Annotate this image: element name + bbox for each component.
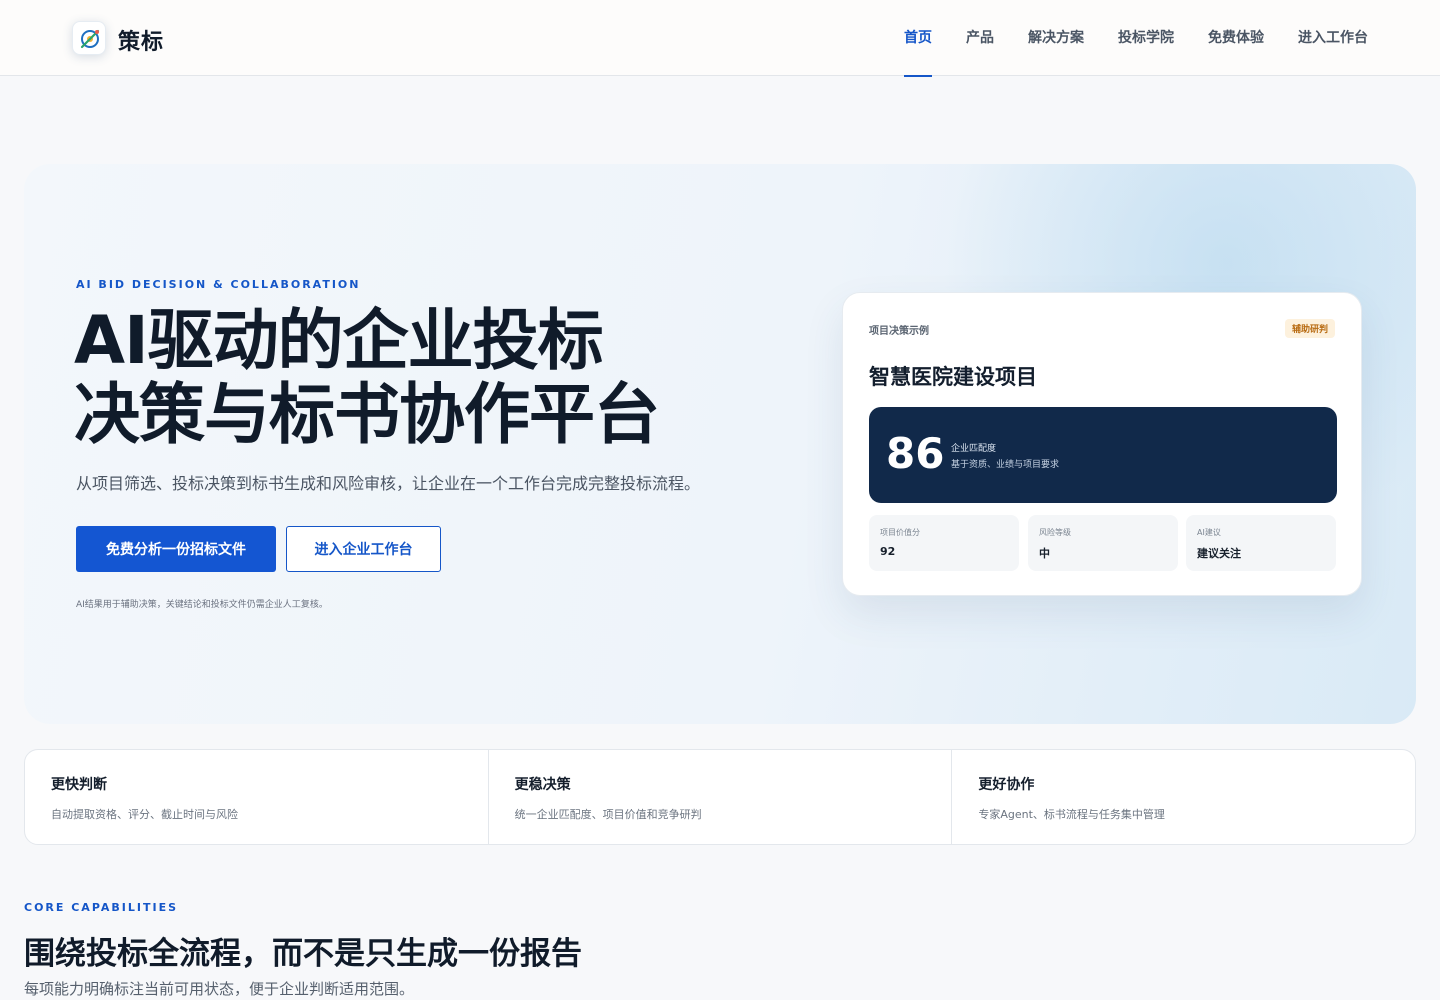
metric-value: 中 [1039, 547, 1050, 560]
metric-label: AI建议 [1197, 528, 1221, 537]
hero-eyebrow: AI BID DECISION & COLLABORATION [76, 278, 361, 291]
hero-description: 从项目筛选、投标决策到标书生成和风险审核，让企业在一个工作台完成完整投标流程。 [76, 474, 701, 493]
feature-title: 更好协作 [978, 777, 1035, 793]
hero-title-line2: 决策与标书协作平台 [74, 376, 660, 453]
hero-section: AI BID DECISION & COLLABORATION AI驱动的企业投… [24, 164, 1416, 724]
feature-title: 更稳决策 [514, 777, 571, 793]
metric-label: 项目价值分 [880, 528, 920, 537]
metric-ai-suggestion: AI建议 建议关注 [1186, 515, 1336, 571]
metric-project-value: 项目价值分 92 [869, 515, 1019, 571]
nav-item-home[interactable]: 首页 [904, 0, 932, 77]
hero-title: AI驱动的企业投标 决策与标书协作平台 [74, 304, 774, 452]
analyze-tender-button[interactable]: 免费分析一份招标文件 [76, 526, 276, 572]
match-score-label: 企业匹配度 [951, 444, 997, 454]
nav-item-solutions[interactable]: 解决方案 [1028, 0, 1084, 76]
hero-title-line1: AI驱动的企业投标 [74, 302, 604, 379]
match-score-basis: 基于资质、业绩与项目要求 [951, 460, 1060, 470]
status-badge: 辅助研判 [1284, 319, 1335, 338]
project-title: 智慧医院建设项目 [869, 365, 1037, 389]
core-eyebrow: CORE CAPABILITIES [24, 901, 179, 914]
feature-desc: 统一企业匹配度、项目价值和竞争研判 [514, 808, 702, 821]
enter-workspace-button[interactable]: 进入企业工作台 [286, 526, 441, 572]
core-title: 围绕投标全流程，而不是只生成一份报告 [24, 936, 582, 972]
metric-value: 92 [880, 545, 896, 558]
feature-stable-decision: 更稳决策 统一企业匹配度、项目价值和竞争研判 [489, 750, 953, 844]
logo[interactable] [72, 21, 106, 55]
nav-item-workspace[interactable]: 进入工作台 [1298, 0, 1368, 76]
hero-disclaimer: AI结果用于辅助决策，关键结论和投标文件仍需企业人工复核。 [76, 600, 328, 610]
top-header: 策标 首页 产品 解决方案 投标学院 免费体验 进入工作台 [0, 0, 1440, 77]
metric-value: 建议关注 [1197, 547, 1241, 560]
metric-label: 风险等级 [1039, 528, 1071, 537]
target-compass-icon [80, 29, 100, 49]
main-nav: 首页 产品 解决方案 投标学院 免费体验 进入工作台 [870, 0, 1368, 77]
feature-desc: 自动提取资格、评分、截止时间与风险 [51, 808, 238, 821]
feature-title: 更快判断 [51, 777, 107, 793]
feature-faster-judgment: 更快判断 自动提取资格、评分、截止时间与风险 [25, 750, 489, 844]
nav-item-free-trial[interactable]: 免费体验 [1208, 0, 1264, 76]
feature-desc: 专家Agent、标书流程与任务集中管理 [978, 808, 1165, 821]
project-decision-card: 项目决策示例 辅助研判 智慧医院建设项目 86 企业匹配度 基于资质、业绩与项目… [842, 292, 1362, 596]
nav-item-products[interactable]: 产品 [966, 0, 994, 76]
match-score: 86 [886, 429, 945, 478]
brand-name[interactable]: 策标 [118, 24, 164, 56]
metric-risk-level: 风险等级 中 [1028, 515, 1178, 571]
nav-item-academy[interactable]: 投标学院 [1118, 0, 1174, 76]
core-description: 每项能力明确标注当前可用状态，便于企业判断适用范围。 [24, 980, 415, 998]
feature-strip: 更快判断 自动提取资格、评分、截止时间与风险 更稳决策 统一企业匹配度、项目价值… [24, 749, 1416, 845]
feature-better-collaboration: 更好协作 专家Agent、标书流程与任务集中管理 [952, 750, 1415, 844]
match-score-panel: 86 企业匹配度 基于资质、业绩与项目要求 [869, 407, 1337, 503]
card-label: 项目决策示例 [869, 326, 929, 337]
